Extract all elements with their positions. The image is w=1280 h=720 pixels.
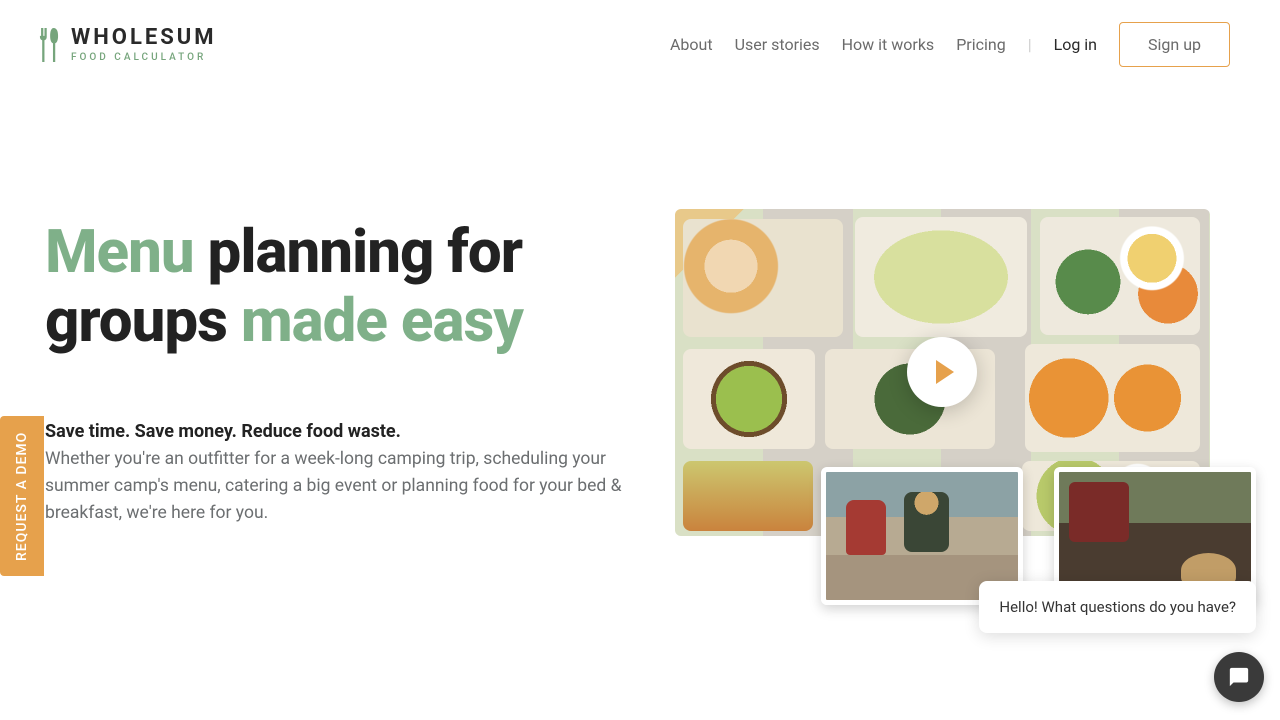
request-demo-tab[interactable]: REQUEST A DEMO [0, 416, 44, 576]
brand-text: WHOLESUM FOOD CALCULATOR [71, 27, 217, 63]
chat-greeting-bubble[interactable]: Hello! What questions do you have? [979, 581, 1256, 633]
nav-link-how-it-works[interactable]: How it works [842, 35, 935, 54]
login-link[interactable]: Log in [1054, 35, 1097, 54]
site-header: WHOLESUM FOOD CALCULATOR About User stor… [0, 0, 1280, 89]
fork-spoon-icon [35, 28, 63, 62]
brand-logo[interactable]: WHOLESUM FOOD CALCULATOR [35, 27, 217, 63]
hero-section: Menu planning for groups made easy Save … [0, 89, 1280, 536]
hero-tagline: Save time. Save money. Reduce food waste… [45, 421, 645, 442]
nav-link-pricing[interactable]: Pricing [956, 35, 1006, 54]
nav-divider: | [1028, 35, 1032, 54]
food-tray-icon [683, 219, 843, 337]
hero-copy: Menu planning for groups made easy Save … [45, 209, 645, 527]
main-nav: About User stories How it works Pricing … [670, 22, 1230, 67]
hero-media [675, 209, 1230, 536]
food-tray-icon [1040, 217, 1200, 335]
brand-name: WHOLESUM [71, 27, 217, 49]
food-tray-icon [1025, 344, 1200, 452]
chat-launcher-button[interactable] [1214, 652, 1264, 702]
hero-body: Whether you're an outfitter for a week-l… [45, 446, 635, 527]
brand-subtitle: FOOD CALCULATOR [71, 53, 217, 63]
nav-link-about[interactable]: About [670, 35, 713, 54]
food-tray-icon [683, 349, 815, 449]
headline-accent-2: made easy [241, 285, 523, 356]
headline-accent-1: Menu [45, 216, 194, 287]
nav-link-user-stories[interactable]: User stories [735, 35, 820, 54]
food-tray-icon [683, 461, 813, 531]
signup-button[interactable]: Sign up [1119, 22, 1230, 67]
play-video-button[interactable] [907, 337, 977, 407]
hero-headline: Menu planning for groups made easy [45, 217, 645, 355]
food-tray-icon [855, 217, 1027, 337]
chat-icon [1228, 666, 1250, 688]
